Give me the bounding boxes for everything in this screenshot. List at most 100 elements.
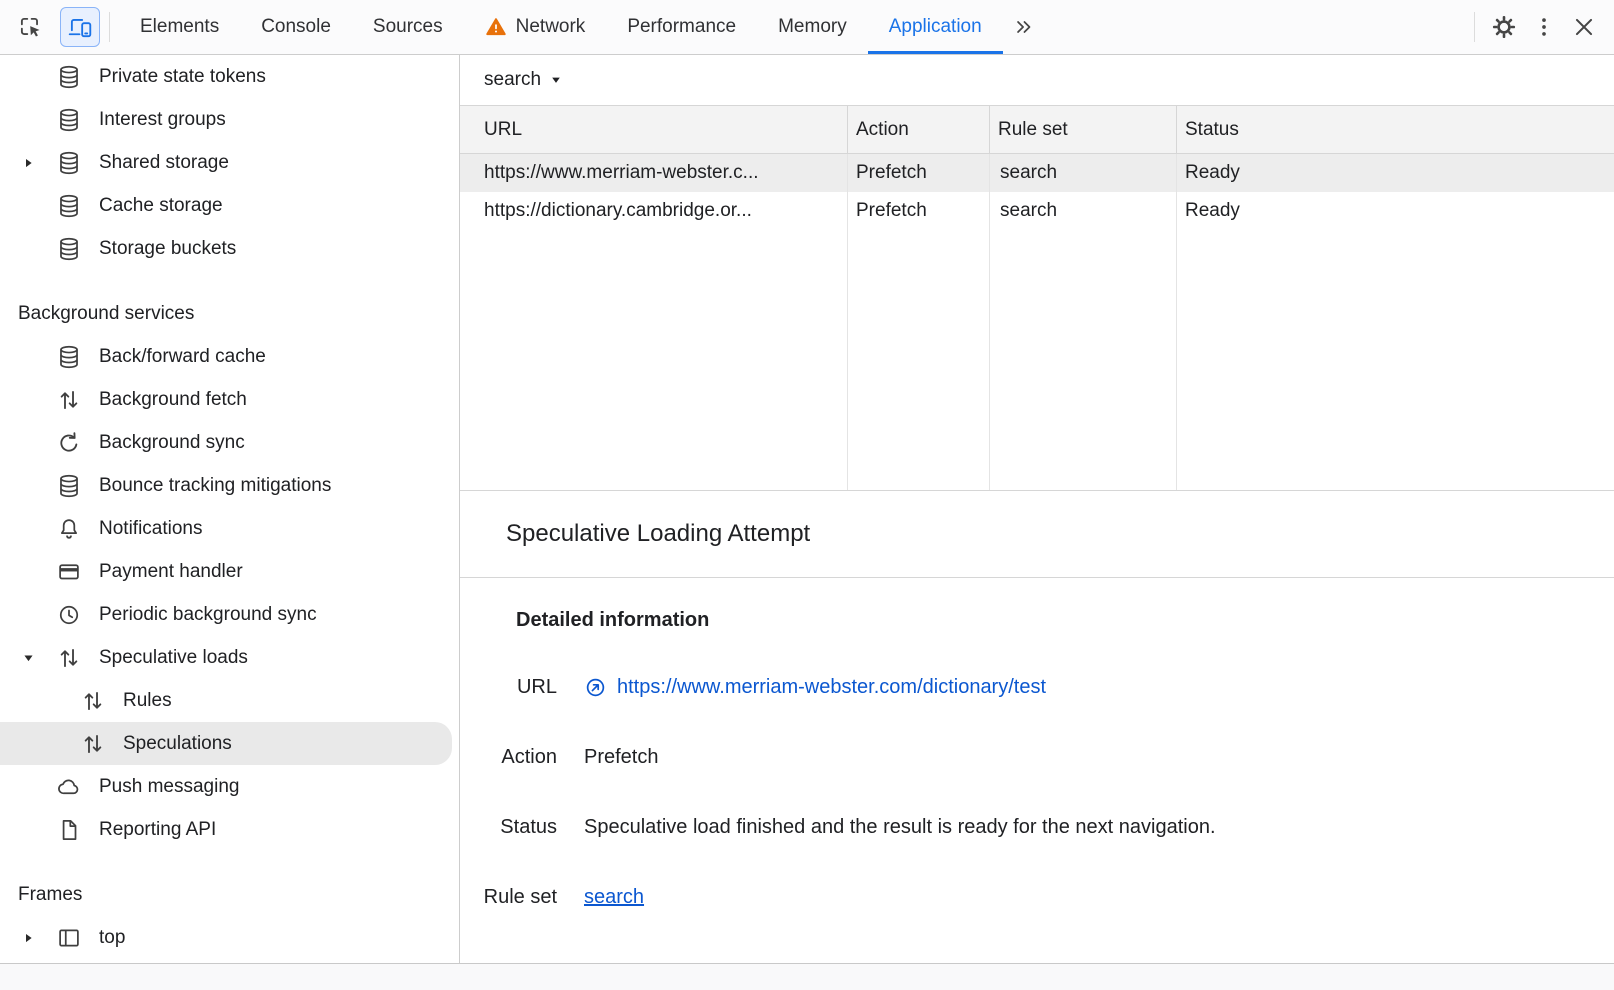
tab-label: Performance xyxy=(627,16,736,38)
sidebar-item-storage-buckets[interactable]: Storage buckets xyxy=(0,227,459,270)
table-row-2-action[interactable]: Prefetch xyxy=(848,192,990,230)
speculations-table: URL Action Rule set Status https://www.m… xyxy=(460,105,1614,491)
sidebar-item-label: Background sync xyxy=(99,432,245,454)
device-toolbar-toggle[interactable] xyxy=(60,7,100,47)
sidebar-item-speculations[interactable]: Speculations xyxy=(0,722,452,765)
table-row-1-status[interactable]: Ready xyxy=(1177,154,1614,192)
clock-icon xyxy=(56,602,82,628)
table-empty-area xyxy=(990,230,1177,490)
sidebar-item-label: Speculative loads xyxy=(99,647,248,669)
sidebar-item-bounce-tracking-mitigations[interactable]: Bounce tracking mitigations xyxy=(0,464,459,507)
up-down-arrows-icon xyxy=(56,387,82,413)
collapse-arrow-icon[interactable] xyxy=(21,650,36,665)
tab-label: Memory xyxy=(778,16,847,38)
table-row-2-url[interactable]: https://dictionary.cambridge.or... xyxy=(460,192,848,230)
cell-text: Prefetch xyxy=(856,162,927,184)
cell-text: https://www.merriam-webster.c... xyxy=(484,162,759,184)
sidebar-item-periodic-background-sync[interactable]: Periodic background sync xyxy=(0,593,459,636)
tab-sources[interactable]: Sources xyxy=(352,0,464,54)
up-down-arrows-icon xyxy=(56,645,82,671)
sidebar-item-background-sync[interactable]: Background sync xyxy=(0,421,459,464)
sidebar-item-shared-storage[interactable]: Shared storage xyxy=(0,141,459,184)
sidebar-section-frames: Frames xyxy=(0,873,459,916)
column-header-label: Rule set xyxy=(998,119,1068,141)
tab-console[interactable]: Console xyxy=(240,0,352,54)
sidebar-item-notifications[interactable]: Notifications xyxy=(0,507,459,550)
sidebar-item-label: Bounce tracking mitigations xyxy=(99,475,331,497)
sidebar-item-label: Background fetch xyxy=(99,389,247,411)
table-row-2-status[interactable]: Ready xyxy=(1177,192,1614,230)
table-row-2-rule-set[interactable]: search xyxy=(990,192,1177,230)
tab-application[interactable]: Application xyxy=(868,0,1003,54)
sidebar-item-label: Periodic background sync xyxy=(99,604,317,626)
database-icon xyxy=(56,344,82,370)
tab-label: Console xyxy=(261,16,331,38)
sidebar-item-private-state-tokens[interactable]: Private state tokens xyxy=(0,55,459,98)
inspect-element-button[interactable] xyxy=(10,7,50,47)
column-header-label: Action xyxy=(856,119,909,141)
database-icon xyxy=(56,107,82,133)
detail-row-action: Action Prefetch xyxy=(460,722,1614,792)
cell-text: Ready xyxy=(1185,200,1240,222)
inspect-cursor-icon xyxy=(17,14,43,40)
more-tabs-button[interactable] xyxy=(1003,0,1045,54)
column-header-url[interactable]: URL xyxy=(460,106,848,154)
application-sidebar: Private state tokens Interest groups Sha… xyxy=(0,55,460,963)
database-icon xyxy=(56,193,82,219)
sidebar-item-label: Payment handler xyxy=(99,561,243,583)
sidebar-item-label: Reporting API xyxy=(99,819,216,841)
detail-label-rule-set: Rule set xyxy=(460,886,557,909)
sync-arrows-icon xyxy=(56,430,82,456)
detail-rule-set-link[interactable]: search xyxy=(584,886,644,909)
tab-memory[interactable]: Memory xyxy=(757,0,868,54)
dropdown-arrow-icon xyxy=(549,73,563,87)
sidebar-item-cache-storage[interactable]: Cache storage xyxy=(0,184,459,227)
sidebar-item-back-forward-cache[interactable]: Back/forward cache xyxy=(0,335,459,378)
open-resource-icon[interactable] xyxy=(584,676,607,699)
table-empty-area xyxy=(460,230,848,490)
detail-section-bar: Speculative Loading Attempt xyxy=(460,491,1614,578)
sidebar-item-payment-handler[interactable]: Payment handler xyxy=(0,550,459,593)
sidebar-item-label: Push messaging xyxy=(99,776,239,798)
settings-button[interactable] xyxy=(1484,7,1524,47)
devtools-window: Elements Console Sources Network Perform… xyxy=(0,0,1614,990)
customize-devtools-button[interactable] xyxy=(1524,7,1564,47)
sidebar-item-speculative-loads[interactable]: Speculative loads xyxy=(0,636,459,679)
cell-text: search xyxy=(1000,162,1057,184)
sidebar-item-push-messaging[interactable]: Push messaging xyxy=(0,765,459,808)
detail-url-link[interactable]: https://www.merriam-webster.com/dictiona… xyxy=(617,676,1046,699)
detail-value-action: Prefetch xyxy=(584,746,658,769)
rule-set-filter-dropdown[interactable]: search xyxy=(484,69,563,91)
tab-label: Elements xyxy=(140,16,219,38)
tab-elements[interactable]: Elements xyxy=(119,0,240,54)
table-row-1-rule-set[interactable]: search xyxy=(990,154,1177,192)
sidebar-item-reporting-api[interactable]: Reporting API xyxy=(0,808,459,851)
expand-arrow-icon[interactable] xyxy=(21,155,36,170)
sidebar-item-label: Shared storage xyxy=(99,152,229,174)
sidebar-item-label: Cache storage xyxy=(99,195,223,217)
sidebar-item-label: top xyxy=(99,927,125,949)
column-header-action[interactable]: Action xyxy=(848,106,990,154)
table-row-1-action[interactable]: Prefetch xyxy=(848,154,990,192)
detail-label-status: Status xyxy=(460,816,557,839)
table-row-1-url[interactable]: https://www.merriam-webster.c... xyxy=(460,154,848,192)
expand-arrow-icon[interactable] xyxy=(21,930,36,945)
up-down-arrows-icon xyxy=(80,688,106,714)
close-icon xyxy=(1571,14,1597,40)
sidebar-item-interest-groups[interactable]: Interest groups xyxy=(0,98,459,141)
kebab-menu-icon xyxy=(1531,14,1557,40)
double-chevron-icon xyxy=(1013,16,1035,38)
detail-section-title: Speculative Loading Attempt xyxy=(506,520,810,548)
sidebar-section-background-services: Background services xyxy=(0,292,459,335)
close-devtools-button[interactable] xyxy=(1564,7,1604,47)
application-panel: Private state tokens Interest groups Sha… xyxy=(0,55,1614,963)
tab-network[interactable]: Network xyxy=(464,0,607,54)
tab-performance[interactable]: Performance xyxy=(606,0,757,54)
table-empty-area xyxy=(1177,230,1614,490)
sidebar-item-background-fetch[interactable]: Background fetch xyxy=(0,378,459,421)
sidebar-item-top-frame[interactable]: top xyxy=(0,916,459,959)
column-header-rule-set[interactable]: Rule set xyxy=(990,106,1177,154)
sidebar-item-rules[interactable]: Rules xyxy=(0,679,459,722)
gear-icon xyxy=(1491,14,1517,40)
column-header-status[interactable]: Status xyxy=(1177,106,1614,154)
